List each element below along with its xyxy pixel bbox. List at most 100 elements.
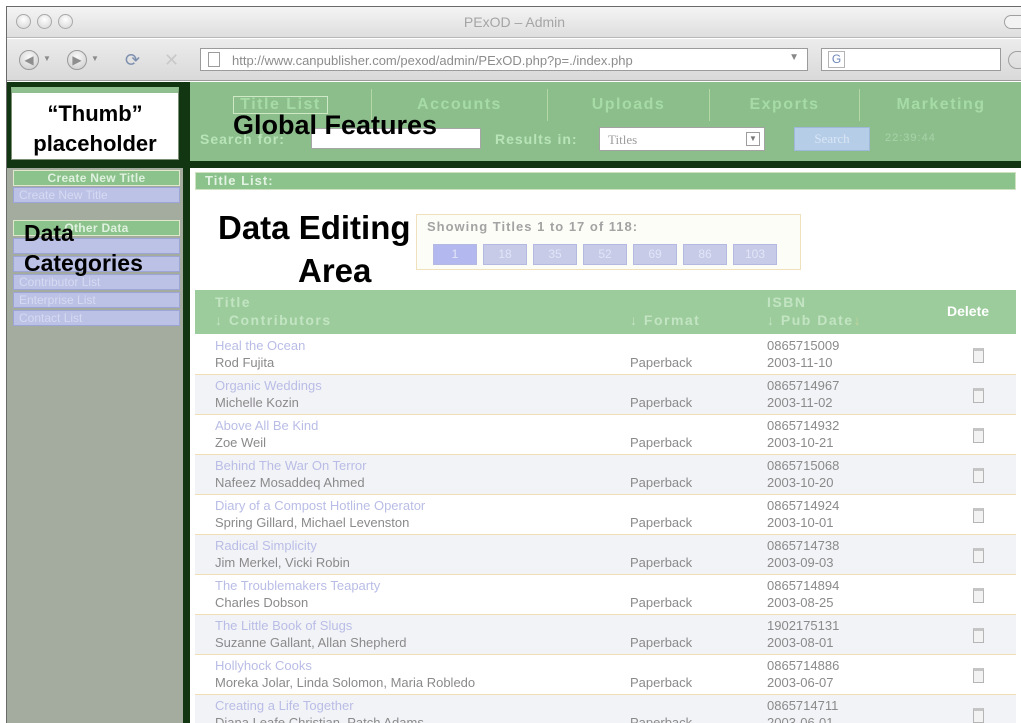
table-header: Title ↓ Contributors ↓ Format ISBN ↓ Pub…: [195, 290, 1016, 334]
page-icon: [208, 52, 220, 67]
title-link[interactable]: Organic Weddings: [215, 378, 322, 393]
trash-icon[interactable]: [973, 628, 984, 643]
back-menu-icon[interactable]: ▼: [43, 54, 51, 63]
results-in-value: Titles: [608, 132, 638, 147]
column-format[interactable]: ↓ Format: [630, 312, 700, 329]
table-row: Above All Be Kind Zoe Weil Paperback 086571…: [195, 415, 1016, 455]
chevron-down-icon: ▼: [746, 132, 760, 146]
title-link[interactable]: The Little Book of Slugs: [215, 618, 352, 633]
forward-icon[interactable]: ▶: [67, 50, 87, 70]
isbn-cell: 0865714894: [767, 578, 840, 593]
contributors-cell: Diana Leafe Christian, Patch Adams: [215, 715, 424, 723]
format-cell: Paperback: [630, 395, 693, 410]
google-icon[interactable]: G: [828, 51, 845, 68]
trash-icon[interactable]: [973, 668, 984, 683]
tab-marketing[interactable]: Marketing: [860, 89, 1021, 121]
table-row: Heal the Ocean Rod Fujita Paperback 0865715…: [195, 335, 1016, 375]
pub-date-cell: 2003-06-01: [767, 715, 834, 723]
window-titlebar: PExOD – Admin: [7, 7, 1021, 38]
page-button-18[interactable]: 18: [483, 244, 527, 265]
tab-exports[interactable]: Exports: [710, 89, 860, 121]
address-bar[interactable]: http://www.canpublisher.com/pexod/admin/…: [200, 48, 808, 71]
format-cell: Paperback: [630, 555, 693, 570]
global-features-annotation: Global Features: [233, 110, 438, 140]
data-categories-annotation: Data Categories: [24, 220, 143, 276]
table-row: The Troublemakers Teaparty Charles Dobson…: [195, 575, 1016, 615]
web-search-field[interactable]: G: [821, 48, 1001, 71]
results-in-select[interactable]: Titles ▼: [599, 127, 765, 151]
forward-menu-icon[interactable]: ▼: [91, 54, 99, 63]
trash-icon[interactable]: [973, 548, 984, 563]
format-cell: Paperback: [630, 715, 693, 723]
title-link[interactable]: Behind The War On Terror: [215, 458, 367, 473]
contributors-cell: Spring Gillard, Michael Levenston: [215, 515, 410, 530]
isbn-cell: 0865714886: [767, 658, 840, 673]
title-link[interactable]: Hollyhock Cooks: [215, 658, 312, 673]
stop-icon[interactable]: ✕: [164, 50, 184, 70]
page-button-52[interactable]: 52: [583, 244, 627, 265]
sort-descending-icon: ↓: [853, 312, 863, 328]
back-icon[interactable]: ◀: [19, 50, 39, 70]
title-link[interactable]: Above All Be Kind: [215, 418, 318, 433]
column-contributors[interactable]: ↓ Contributors: [215, 312, 332, 329]
sidebar-item-enterprise-list[interactable]: Enterprise List: [13, 292, 180, 308]
pub-date-cell: 2003-08-25: [767, 595, 834, 610]
url-history-dropdown-icon[interactable]: ▼: [789, 52, 799, 63]
trash-icon[interactable]: [973, 348, 984, 363]
contributors-cell: Suzanne Gallant, Allan Shepherd: [215, 635, 407, 650]
trash-icon[interactable]: [973, 508, 984, 523]
search-field-end-cap: [1008, 51, 1021, 69]
sidebar-create-heading: Create New Title: [13, 170, 180, 186]
sidebar-item-create-new-title[interactable]: Create New Title: [13, 187, 180, 203]
tab-uploads[interactable]: Uploads: [548, 89, 710, 121]
contributors-cell: Zoe Weil: [215, 435, 267, 450]
trash-icon[interactable]: [973, 468, 984, 483]
table-row: Creating a Life Together Diana Leafe Chri…: [195, 695, 1016, 723]
data-editing-annotation: Data Editing Area: [218, 206, 488, 292]
page-title: Title List:: [195, 172, 1016, 190]
results-in-label: Results in:: [495, 131, 578, 147]
pub-date-cell: 2003-10-20: [767, 475, 834, 490]
page-button-103[interactable]: 103: [733, 244, 777, 265]
url-text: http://www.canpublisher.com/pexod/admin/…: [232, 53, 633, 68]
contributors-cell: Jim Merkel, Vicki Robin: [215, 555, 350, 570]
contributors-cell: Moreka Jolar, Linda Solomon, Maria Roble…: [215, 675, 476, 690]
search-button[interactable]: Search: [794, 127, 870, 151]
page-button-69[interactable]: 69: [633, 244, 677, 265]
title-link[interactable]: The Troublemakers Teaparty: [215, 578, 380, 593]
contributors-cell: Charles Dobson: [215, 595, 309, 610]
server-time: 22:39:44: [885, 132, 936, 144]
column-title[interactable]: Title: [215, 294, 251, 311]
format-cell: Paperback: [630, 515, 693, 530]
table-row: Radical Simplicity Jim Merkel, Vicki Robi…: [195, 535, 1016, 575]
contributors-cell: Nafeez Mosaddeq Ahmed: [215, 475, 365, 490]
format-cell: Paperback: [630, 635, 693, 650]
column-pub-date[interactable]: ↓ Pub Date↓: [767, 312, 862, 329]
trash-icon[interactable]: [973, 388, 984, 403]
page-button-86[interactable]: 86: [683, 244, 727, 265]
trash-icon[interactable]: [973, 708, 984, 723]
toolbar-toggle-icon[interactable]: [1004, 15, 1021, 29]
title-link[interactable]: Heal the Ocean: [215, 338, 305, 353]
reload-icon[interactable]: ⟳: [125, 50, 147, 70]
trash-icon[interactable]: [973, 428, 984, 443]
browser-toolbar: ◀ ▼ ▶ ▼ ⟳ ✕ http://www.canpublisher.com/…: [7, 39, 1021, 81]
trash-icon[interactable]: [973, 588, 984, 603]
sidebar-item-contact-list[interactable]: Contact List: [13, 310, 180, 326]
column-isbn[interactable]: ISBN: [767, 294, 806, 311]
page-button-35[interactable]: 35: [533, 244, 577, 265]
data-editing-area: Title List: Showing Titles 1 to 17 of 11…: [190, 168, 1021, 723]
title-link[interactable]: Diary of a Compost Hotline Operator: [215, 498, 425, 513]
table-row: Organic Weddings Michelle Kozin Paperback 0…: [195, 375, 1016, 415]
pub-date-cell: 2003-11-10: [767, 355, 833, 370]
window-title: PExOD – Admin: [463, 14, 566, 30]
title-link[interactable]: Radical Simplicity: [215, 538, 317, 553]
format-cell: Paperback: [630, 355, 693, 370]
title-link[interactable]: Creating a Life Together: [215, 698, 354, 713]
isbn-cell: 0865714967: [767, 378, 840, 393]
isbn-cell: 0865714738: [767, 538, 840, 553]
data-editing-annotation-line1: Data Editing: [218, 209, 411, 246]
column-pub-date-label: ↓ Pub Date: [767, 312, 854, 328]
table-row: The Little Book of Slugs Suzanne Gallant,…: [195, 615, 1016, 655]
pub-date-cell: 2003-08-01: [767, 635, 834, 650]
